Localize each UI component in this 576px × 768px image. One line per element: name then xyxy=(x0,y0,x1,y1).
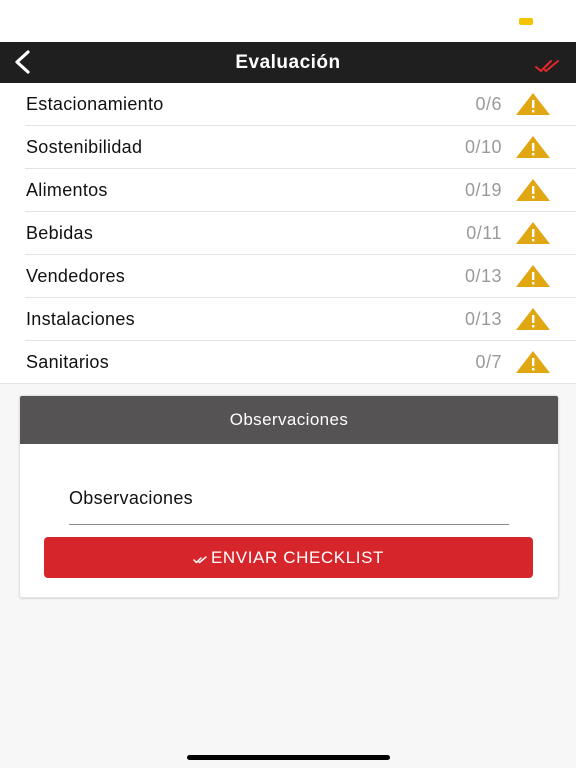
warning-icon xyxy=(516,93,550,115)
category-progress: 0/10 xyxy=(464,137,502,157)
send-checklist-label: ENVIAR CHECKLIST xyxy=(210,547,385,567)
warning-icon xyxy=(516,265,550,287)
category-list: Estacionamiento 0/6 Sostenibilidad 0/10 Alim… xyxy=(0,83,576,384)
category-label: Sostenibilidad xyxy=(26,137,143,157)
category-progress: 0/7 xyxy=(475,352,502,372)
observations-input[interactable] xyxy=(69,472,509,525)
warning-icon xyxy=(516,179,550,201)
category-row[interactable]: Sanitarios 0/7 xyxy=(0,341,576,384)
warning-icon xyxy=(516,351,550,373)
home-indicator xyxy=(187,755,390,760)
navigation-bar: Evaluación xyxy=(0,42,576,83)
submit-check-button[interactable] xyxy=(532,52,564,76)
battery-icon xyxy=(519,18,533,25)
observations-card: Observaciones ENVIAR CHECKLIST xyxy=(19,395,559,598)
category-label: Instalaciones xyxy=(26,309,135,329)
category-row[interactable]: Alimentos 0/19 xyxy=(0,169,576,212)
category-row[interactable]: Vendedores 0/13 xyxy=(0,255,576,298)
category-progress: 0/13 xyxy=(464,266,502,286)
category-label: Estacionamiento xyxy=(26,94,164,114)
category-row[interactable]: Sostenibilidad 0/10 xyxy=(0,126,576,169)
category-row[interactable]: Bebidas 0/11 xyxy=(0,212,576,255)
page-title: Evaluación xyxy=(235,52,341,73)
send-checklist-button[interactable]: ENVIAR CHECKLIST xyxy=(44,537,533,578)
category-label: Sanitarios xyxy=(26,352,110,372)
category-label: Bebidas xyxy=(26,223,94,243)
warning-icon xyxy=(516,136,550,158)
category-label: Vendedores xyxy=(26,266,126,286)
category-progress: 0/13 xyxy=(464,309,502,329)
observations-header: Observaciones xyxy=(20,396,558,444)
category-label: Alimentos xyxy=(26,180,108,200)
status-bar xyxy=(0,0,576,42)
category-progress: 0/19 xyxy=(464,180,502,200)
double-check-icon xyxy=(193,555,207,563)
category-row[interactable]: Instalaciones 0/13 xyxy=(0,298,576,341)
category-progress: 0/6 xyxy=(475,94,502,114)
double-check-icon xyxy=(535,60,559,72)
category-row[interactable]: Estacionamiento 0/6 xyxy=(0,83,576,126)
warning-icon xyxy=(516,222,550,244)
warning-icon xyxy=(516,308,550,330)
category-progress: 0/11 xyxy=(466,223,502,243)
